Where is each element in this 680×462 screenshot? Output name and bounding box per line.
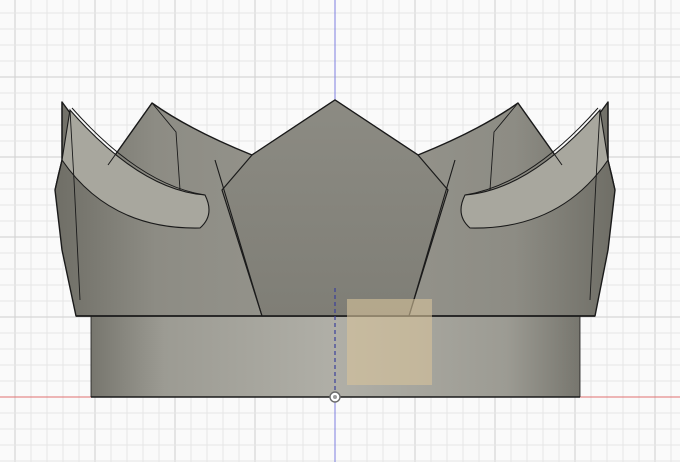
viewport-canvas[interactable] [0,0,680,462]
3d-viewport[interactable] [0,0,680,462]
selection-highlight[interactable] [347,299,432,385]
crown-band[interactable] [91,316,580,397]
front-center-point[interactable] [221,99,449,317]
origin-point-icon[interactable] [329,391,341,403]
